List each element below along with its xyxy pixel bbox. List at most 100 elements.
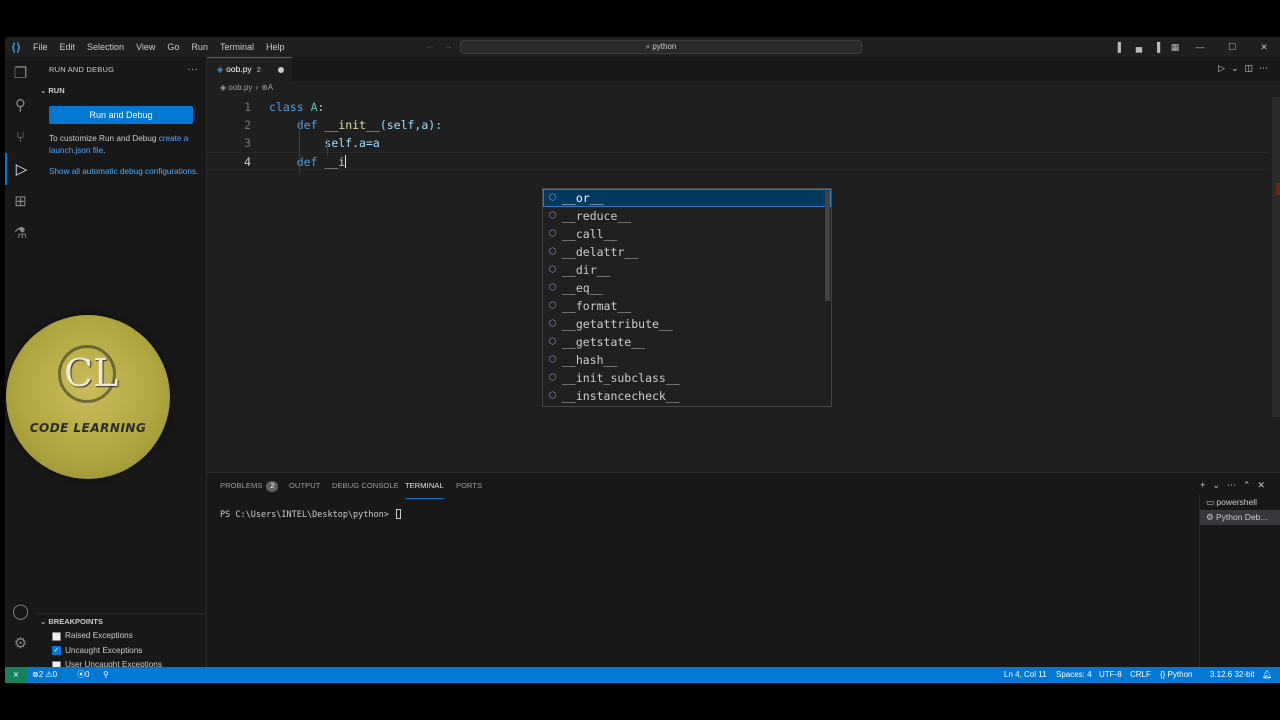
code-line-current[interactable]: 4 def __i bbox=[207, 152, 1267, 170]
new-terminal-icon[interactable]: + bbox=[1200, 480, 1212, 490]
unsaved-dot-icon[interactable] bbox=[278, 67, 284, 73]
breakpoint-item[interactable]: Raised Exceptions bbox=[36, 629, 207, 644]
command-center-search[interactable]: ⌕ python bbox=[460, 40, 862, 54]
menu-help[interactable]: Help bbox=[260, 37, 291, 57]
toggle-panel-icon[interactable]: ▄ bbox=[1130, 42, 1148, 52]
suggest-item[interactable]: ⬡ __getstate__ bbox=[543, 333, 831, 351]
show-all-debug-configs-link[interactable]: Show all automatic debug configurations bbox=[49, 167, 196, 176]
cursor-position[interactable]: Ln 4, Col 11 bbox=[1004, 667, 1047, 683]
method-icon: ⬡ bbox=[548, 373, 557, 383]
close-window-icon[interactable]: ✕ bbox=[1248, 42, 1280, 53]
typed-text: __i bbox=[324, 155, 346, 169]
warning-count: 0 bbox=[52, 670, 58, 679]
scrollbar[interactable] bbox=[1272, 97, 1280, 417]
tab-output[interactable]: OUTPUT bbox=[289, 473, 320, 499]
split-editor-icon[interactable]: ◫ bbox=[1244, 63, 1259, 73]
maximize-panel-icon[interactable]: ⌃ bbox=[1243, 480, 1258, 490]
problems-status[interactable]: ⊗2 ⚠0 bbox=[32, 667, 57, 683]
run-and-debug-button[interactable]: Run and Debug bbox=[49, 106, 193, 124]
run-section-header[interactable]: ⌄ RUN bbox=[36, 83, 206, 99]
run-debug-icon[interactable]: ▷ bbox=[5, 153, 36, 185]
menu-terminal[interactable]: Terminal bbox=[214, 37, 260, 57]
code-line[interactable]: 2 def __init__(self,a): bbox=[207, 116, 1267, 134]
testing-icon[interactable]: ⚗ bbox=[5, 217, 36, 249]
remote-indicator-icon[interactable]: ⨯ bbox=[5, 667, 27, 683]
settings-gear-icon[interactable]: ⚙ bbox=[5, 627, 36, 659]
code-learning-logo: CL CODE LEARNING bbox=[6, 315, 170, 479]
search-view-icon[interactable]: ⚲ bbox=[5, 89, 36, 121]
indentation[interactable]: Spaces: 4 bbox=[1056, 667, 1092, 683]
code-line[interactable]: 3 self.a=a bbox=[207, 134, 1267, 152]
suggest-label: __call__ bbox=[562, 227, 618, 241]
menu-go[interactable]: Go bbox=[161, 37, 185, 57]
close-panel-icon[interactable]: ✕ bbox=[1257, 480, 1272, 490]
checkbox-checked[interactable]: ✓ bbox=[52, 646, 61, 656]
toggle-sidebar-icon[interactable]: ▌ bbox=[1112, 42, 1130, 52]
maximize-icon[interactable]: ☐ bbox=[1216, 42, 1248, 53]
extensions-icon[interactable]: ⊞ bbox=[5, 185, 36, 217]
suggest-item[interactable]: ⬡ __call__ bbox=[543, 225, 831, 243]
more-actions-icon[interactable]: ⋯ bbox=[1259, 63, 1274, 73]
more-actions-icon[interactable]: ⋯ bbox=[1227, 480, 1243, 490]
explorer-icon[interactable]: ❐ bbox=[5, 57, 36, 89]
language-mode[interactable]: {} Python bbox=[1160, 667, 1192, 683]
panel-tabs: PROBLEMS 2 OUTPUT DEBUG CONSOLE TERMINAL … bbox=[207, 473, 1280, 499]
toggle-secondary-sidebar-icon[interactable]: ▐ bbox=[1148, 42, 1166, 52]
code-line[interactable]: 1 class A: bbox=[207, 98, 1267, 116]
menu-edit[interactable]: Edit bbox=[54, 37, 82, 57]
terminal-instance[interactable]: ⚙ Python Deb... bbox=[1200, 510, 1280, 525]
menu-view[interactable]: View bbox=[130, 37, 161, 57]
more-actions-icon[interactable]: ··· bbox=[187, 57, 198, 83]
customize-text-body: To customize Run and Debug bbox=[49, 134, 159, 143]
suggest-item[interactable]: ⬡ __format__ bbox=[543, 297, 831, 315]
breakpoints-header[interactable]: ⌄ BREAKPOINTS bbox=[36, 613, 207, 629]
customize-layout-icon[interactable]: ▦ bbox=[1166, 42, 1184, 53]
suggest-item[interactable]: ⬡ __delattr__ bbox=[543, 243, 831, 261]
tab-problems[interactable]: PROBLEMS 2 bbox=[220, 473, 279, 499]
suggest-item[interactable]: ⬡ __or__ bbox=[543, 189, 831, 207]
method-icon: ⬡ bbox=[548, 337, 557, 347]
menu-selection[interactable]: Selection bbox=[81, 37, 130, 57]
tab-oob-py[interactable]: ◈ oob.py 2 bbox=[207, 57, 292, 81]
breakpoint-item[interactable]: ✓ Uncaught Exceptions bbox=[36, 644, 207, 659]
encoding[interactable]: UTF-8 bbox=[1099, 667, 1122, 683]
minimize-icon[interactable]: — bbox=[1184, 42, 1216, 52]
method-icon: ⬡ bbox=[548, 193, 557, 203]
debug-launch-icon[interactable]: ⚲ bbox=[103, 667, 109, 683]
nav-arrows[interactable]: ←→ bbox=[425, 37, 461, 57]
breadcrumb-symbol[interactable]: A bbox=[268, 83, 273, 92]
menu-file[interactable]: File bbox=[27, 37, 54, 57]
suggest-item[interactable]: ⬡ __eq__ bbox=[543, 279, 831, 297]
end-of-line[interactable]: CRLF bbox=[1130, 667, 1151, 683]
suggest-item[interactable]: ⬡ __getattribute__ bbox=[543, 315, 831, 333]
menu-run[interactable]: Run bbox=[185, 37, 214, 57]
tab-debug-console[interactable]: DEBUG CONSOLE bbox=[332, 473, 399, 499]
breadcrumb-file[interactable]: oob.py bbox=[228, 83, 252, 92]
tab-ports[interactable]: PORTS bbox=[456, 473, 482, 499]
suggest-item[interactable]: ⬡ __init_subclass__ bbox=[543, 369, 831, 387]
suggest-scrollbar[interactable] bbox=[825, 191, 830, 301]
suggest-item[interactable]: ⬡ __dir__ bbox=[543, 261, 831, 279]
ports-status[interactable]: ⦿0 bbox=[77, 667, 89, 683]
notifications-bell-icon[interactable]: 🔔︎ bbox=[1262, 667, 1272, 683]
chevron-down-icon[interactable]: ⌄ bbox=[1231, 63, 1245, 73]
suggest-label: __delattr__ bbox=[562, 245, 639, 259]
editor-actions: ▷⌄◫⋯ bbox=[1218, 63, 1274, 74]
suggest-item[interactable]: ⬡ __hash__ bbox=[543, 351, 831, 369]
tab-problem-count: 2 bbox=[256, 65, 261, 74]
terminal-output[interactable]: PS C:\Users\INTEL\Desktop\python> bbox=[220, 509, 401, 520]
terminal-instance[interactable]: ▭ powershell bbox=[1200, 495, 1280, 510]
source-control-icon[interactable]: ⑂ bbox=[5, 121, 36, 153]
show-all-configs: Show all automatic debug configurations. bbox=[49, 166, 199, 178]
chevron-down-icon[interactable]: ⌄ bbox=[1212, 480, 1227, 490]
line-number: 4 bbox=[244, 155, 251, 169]
suggest-item[interactable]: ⬡ __instancecheck__ bbox=[543, 387, 831, 405]
python-interpreter[interactable]: 3.12.6 32-bit bbox=[1210, 667, 1254, 683]
run-file-icon[interactable]: ▷ bbox=[1218, 63, 1231, 73]
accounts-icon[interactable]: ◯ bbox=[5, 595, 36, 627]
code-editor[interactable]: 1 class A: 2 def __init__(self,a): 3 sel… bbox=[207, 98, 1267, 170]
suggest-item[interactable]: ⬡ __reduce__ bbox=[543, 207, 831, 225]
tab-terminal[interactable]: TERMINAL bbox=[405, 473, 444, 499]
checkbox[interactable] bbox=[52, 631, 61, 641]
logo-text: CODE LEARNING bbox=[29, 421, 147, 435]
